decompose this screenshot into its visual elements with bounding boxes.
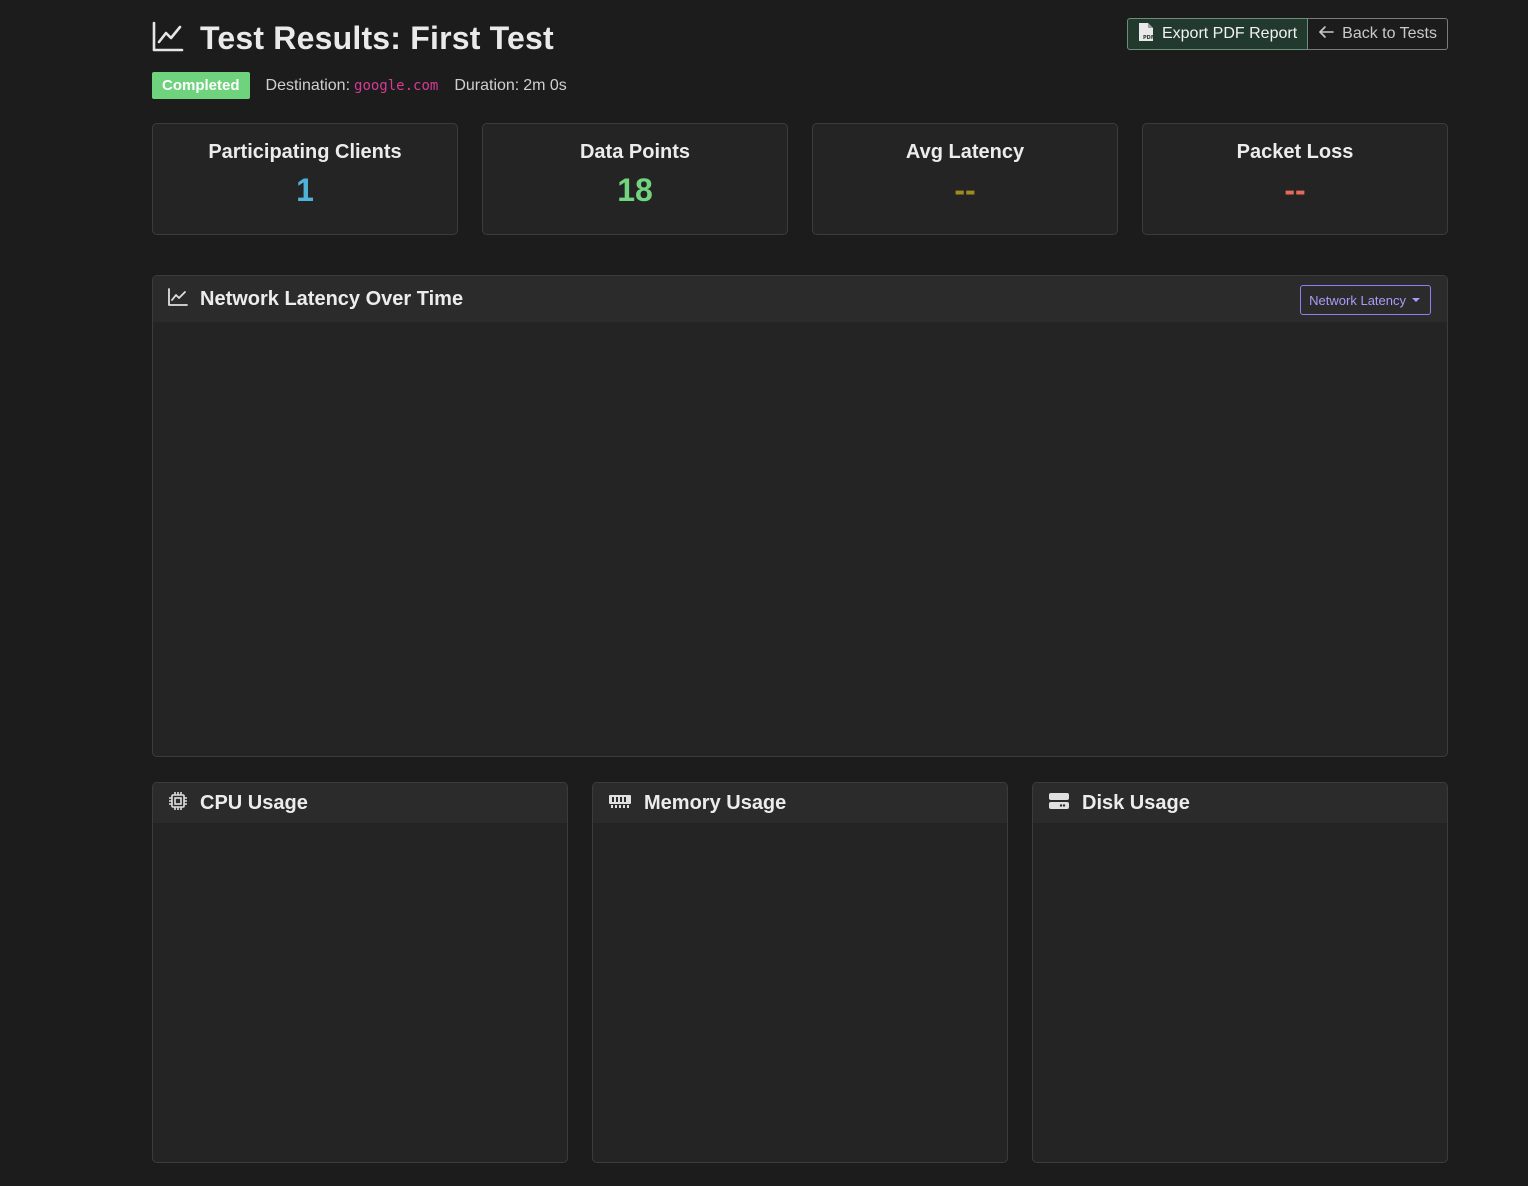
memory-icon [608,793,632,814]
stats-row: Participating Clients 1 Data Points 18 A… [152,123,1448,235]
chevron-down-icon [1412,298,1420,302]
test-results-page: Test Results: First Test PDF Export PDF … [152,0,1448,1163]
export-pdf-label: Export PDF Report [1161,25,1298,42]
page-header: Test Results: First Test PDF Export PDF … [152,0,1448,123]
stat-card-avg-latency: Avg Latency -- [812,123,1118,235]
pdf-file-icon: PDF [1138,22,1162,47]
cpu-icon [168,791,188,816]
panel-title: Disk Usage [1082,791,1190,814]
stat-card-packet-loss: Packet Loss -- [1142,123,1448,235]
panel-title: CPU Usage [200,791,308,814]
panel-header: Network Latency Over Time Network Latenc… [153,276,1447,322]
stat-label: Packet Loss [1236,141,1354,163]
panel-title: Memory Usage [644,791,787,814]
stat-label: Avg Latency [905,141,1025,163]
line-chart-icon [168,287,188,311]
destination-value: google.com [354,77,439,94]
title-row: Test Results: First Test [152,18,554,58]
panel-title: Network Latency Over Time [200,287,464,310]
duration-value: 2m 0s [523,76,567,94]
export-pdf-button[interactable]: PDF Export PDF Report [1126,18,1309,50]
stat-value: -- [954,172,976,208]
arrow-left-icon [1318,25,1342,44]
status-badge: Completed [152,72,250,99]
resource-panels-row: CPU Usage Memory Usage Disk Usage [152,782,1448,1163]
latency-chart-area [153,322,1447,755]
panel-header: Disk Usage [1033,783,1447,823]
duration-label: Duration: [454,76,520,94]
metric-dropdown[interactable]: Network Latency [1300,285,1431,315]
cpu-usage-panel: CPU Usage [152,782,568,1163]
meta-row: Completed Destination: google.com Durati… [152,72,567,99]
stat-card-data-points: Data Points 18 [482,123,788,235]
stat-value: 18 [617,172,653,208]
stat-label: Data Points [579,141,691,163]
disk-icon [1048,792,1070,815]
page-title: Test Results: First Test [200,19,554,56]
stat-value: -- [1284,172,1306,208]
dropdown-label: Network Latency [1309,292,1406,308]
network-latency-panel: Network Latency Over Time Network Latenc… [152,275,1448,757]
disk-usage-panel: Disk Usage [1032,782,1448,1163]
svg-text:PDF: PDF [1143,35,1154,41]
stat-value: 1 [296,172,314,208]
back-to-tests-button[interactable]: Back to Tests [1308,18,1448,50]
destination-label: Destination: [265,76,351,94]
panel-header: Memory Usage [593,783,1007,823]
stat-label: Participating Clients [208,141,402,163]
memory-usage-panel: Memory Usage [592,782,1008,1163]
stat-card-participating-clients: Participating Clients 1 [152,123,458,235]
back-to-tests-label: Back to Tests [1342,25,1437,42]
line-chart-icon [152,20,200,57]
panel-header: CPU Usage [153,783,567,823]
header-actions: PDF Export PDF Report Back to Tests [1126,18,1448,50]
